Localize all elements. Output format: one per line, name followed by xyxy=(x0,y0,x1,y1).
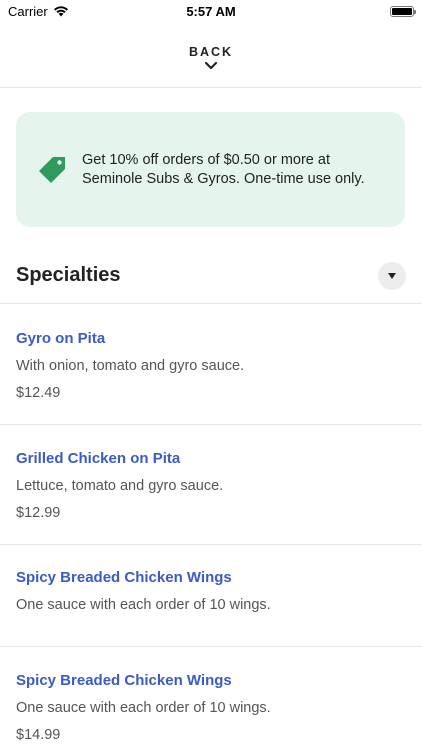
menu-item[interactable]: Gyro on Pita With onion, tomato and gyro… xyxy=(0,305,422,425)
item-price: $12.49 xyxy=(16,385,61,401)
item-name: Gyro on Pita xyxy=(16,330,106,347)
chevron-down-icon xyxy=(204,61,218,69)
back-label: BACK xyxy=(188,44,234,59)
item-name: Grilled Chicken on Pita xyxy=(16,450,181,467)
promo-text: Get 10% off orders of $0.50 or more at S… xyxy=(82,151,365,187)
item-description: With onion, tomato and gyro sauce. xyxy=(16,358,245,374)
item-name: Spicy Breaded Chicken Wings xyxy=(16,569,232,586)
app-screen: Carrier 5:57 AM BACK Get 10% off orders … xyxy=(0,0,422,750)
section-header: Specialties xyxy=(0,254,422,304)
tag-icon xyxy=(39,156,65,183)
carrier-label: Carrier xyxy=(8,3,48,19)
item-price: $14.99 xyxy=(16,727,61,743)
item-price: $12.99 xyxy=(16,505,61,521)
status-left: Carrier xyxy=(8,4,69,19)
item-description: Lettuce, tomato and gyro sauce. xyxy=(16,478,224,494)
section-title: Specialties xyxy=(16,264,121,286)
caret-down-icon xyxy=(388,272,396,279)
promo-banner: Get 10% off orders of $0.50 or more at S… xyxy=(16,112,405,227)
item-description: One sauce with each order of 10 wings. xyxy=(16,700,271,716)
menu-item[interactable]: Grilled Chicken on Pita Lettuce, tomato … xyxy=(0,425,422,545)
back-button[interactable]: BACK xyxy=(0,22,422,88)
collapse-section-button[interactable] xyxy=(378,261,406,290)
menu-item[interactable]: Spicy Breaded Chicken Wings One sauce wi… xyxy=(0,647,422,750)
status-bar: Carrier 5:57 AM xyxy=(0,0,422,22)
item-description: One sauce with each order of 10 wings. xyxy=(16,597,271,613)
battery-icon xyxy=(390,5,416,17)
battery-level xyxy=(392,7,412,15)
wifi-icon xyxy=(53,6,68,17)
menu-item[interactable]: Spicy Breaded Chicken Wings One sauce wi… xyxy=(0,545,422,647)
item-name: Spicy Breaded Chicken Wings xyxy=(16,672,232,689)
